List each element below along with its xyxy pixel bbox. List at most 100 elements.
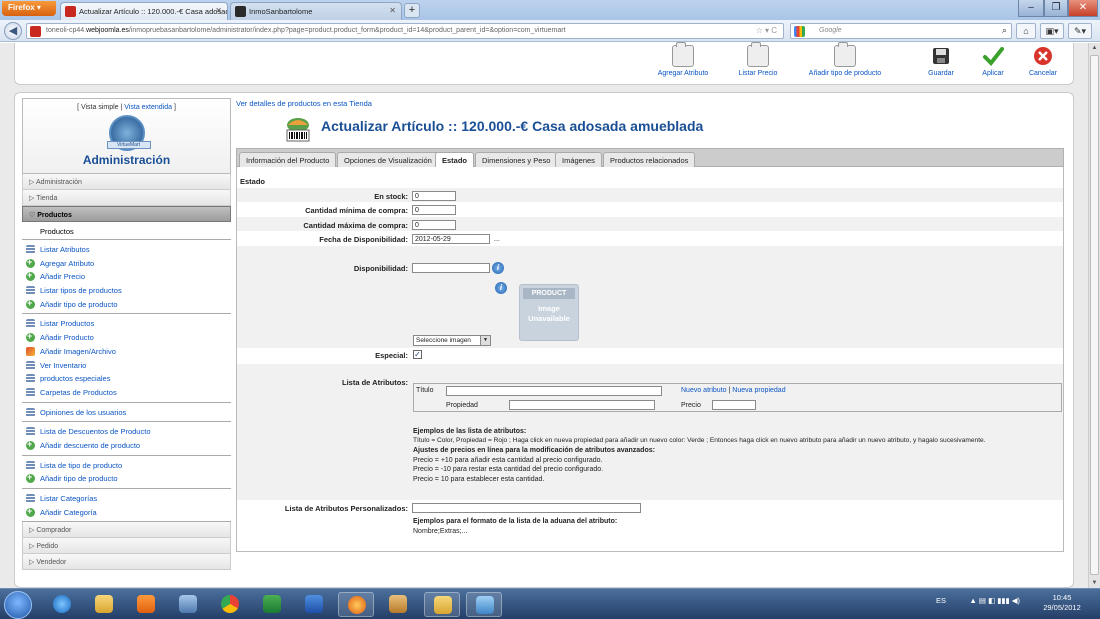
item-label: Añadir Categoría [40,507,97,517]
view-simple-link[interactable]: [ Vista simple | [77,104,122,111]
nueva-propiedad-link[interactable]: Nueva propiedad [732,387,785,394]
vertical-scrollbar[interactable]: ▲ ▼ [1088,43,1100,588]
start-button[interactable] [4,591,32,619]
taskbar-media[interactable] [128,592,164,617]
browser-tab-inmo[interactable]: InmoSanbartolome ✕ [230,2,402,20]
taskbar-ie[interactable] [44,592,80,617]
new-tab-button[interactable]: + [404,3,420,18]
custom-attributes-input[interactable] [412,503,641,513]
system-tray-icons[interactable]: ▲ ▤ ◧ ▮▮▮ ◀) [969,596,1020,605]
back-arrow-icon[interactable]: ◀ [4,22,22,40]
taskbar-excel[interactable] [254,592,290,617]
sidebar-item-anadir-descuento[interactable]: Añadir descuento de producto [22,438,231,453]
taskbar-word[interactable] [296,592,332,617]
sidebar-category-tienda[interactable]: ▷ Tienda [22,190,231,206]
taskbar-paint[interactable] [380,592,416,617]
sidebar-item-listar-tipos[interactable]: Listar tipos de productos [22,284,231,298]
sidebar-item-anadir-tipo[interactable]: Añadir tipo de producto [22,297,231,312]
taskbar-network[interactable] [170,592,206,617]
taskbar-folder-open[interactable] [424,592,460,617]
cancelar-button[interactable]: Cancelar [1023,45,1063,77]
anadir-tipo-producto-button[interactable]: Añadir tipo de producto [801,42,889,77]
clock[interactable]: 10:45 29/05/2012 [1037,593,1087,613]
search-placeholder: Google [819,27,842,34]
taskbar-image-viewer[interactable] [466,592,502,617]
taskbar-firefox[interactable] [338,592,374,617]
site-identity-icon[interactable] [30,26,41,37]
sidebar-category-vendedor[interactable]: ▷ Vendedor [22,554,231,571]
close-window-button[interactable]: ✕ [1068,0,1098,17]
sidebar-category-productos[interactable]: ♡ Productos [22,206,231,222]
sidebar-item-ver-inventario[interactable]: Ver Inventario [22,359,231,373]
google-icon[interactable] [794,26,805,37]
sidebar-item-lista-tipo[interactable]: Lista de tipo de producto [22,459,231,473]
taskbar-explorer[interactable] [86,592,122,617]
cantidad-maxima-input[interactable]: 0 [412,220,456,230]
select-image-dropdown[interactable]: Seleccione imagen ▼ [413,335,491,346]
scroll-down-arrow-icon[interactable]: ▼ [1089,580,1100,586]
sidebar-item-carpetas[interactable]: Carpetas de Productos [22,386,231,400]
tab-relacionados[interactable]: Productos relacionados [603,152,696,168]
titulo-input[interactable] [446,386,662,396]
info-icon[interactable]: i [495,282,507,294]
bookmark-star-icon[interactable]: ☆ ▾ C [756,26,777,35]
view-extended-link[interactable]: Vista extendida [124,104,172,111]
sidebar-item-productos-especiales[interactable]: productos especiales [22,372,231,386]
sidebar-item-anadir-producto[interactable]: Añadir Producto [22,330,231,345]
language-indicator[interactable]: ES [936,596,946,605]
navigation-bar: ◀ toneoli-cp44.webjoomla.es/inmopruebasa… [0,20,1100,42]
search-icon[interactable]: ⌕ [1002,25,1007,36]
nuevo-atributo-link[interactable]: Nuevo atributo [681,387,727,394]
addons-icon[interactable]: ▣▾ [1040,23,1064,39]
tab-dimensiones[interactable]: Dimensiones y Peso [475,152,558,168]
sidebar-item-listar-atributos[interactable]: Listar Atributos [22,243,231,257]
close-tab-icon[interactable]: ✕ [389,6,396,15]
aplicar-button[interactable]: Aplicar [973,45,1013,77]
browser-tab-active[interactable]: Actualizar Artículo :: 120.000.-€ Casa a… [60,2,228,20]
scroll-up-arrow-icon[interactable]: ▲ [1089,45,1100,51]
sidebar-item-anadir-imagen[interactable]: Añadir Imagen/Archivo [22,345,231,359]
propiedad-input[interactable] [509,400,655,410]
disponibilidad-input[interactable] [412,263,490,273]
tab-label: Imágenes [562,156,595,165]
sidebar-item-listar-categorias[interactable]: Listar Categorías [22,492,231,506]
tab-label: Información del Producto [246,156,330,165]
cantidad-minima-input[interactable]: 0 [412,205,456,215]
guardar-button[interactable]: Guardar [921,45,961,77]
search-bar[interactable]: Google ⌕ [790,23,1012,39]
ver-detalles-link[interactable]: Ver detalles de productos en esta Tienda [236,99,372,108]
especial-checkbox[interactable]: ✓ [413,350,422,359]
add-icon [26,256,35,269]
en-stock-input[interactable]: 0 [412,191,456,201]
listar-precio-button[interactable]: Listar Precio [731,42,785,77]
sidebar-item-agregar-atributo[interactable]: Agregar Atributo [22,256,231,271]
url-bar[interactable]: toneoli-cp44.webjoomla.es/inmopruebasanb… [26,23,784,39]
home-icon[interactable]: ⌂ [1016,23,1036,39]
sidebar-category-administracion[interactable]: ▷ Administración [22,174,231,190]
tab-opciones[interactable]: Opciones de Visualización [337,152,439,168]
fecha-disponibilidad-input[interactable]: 2012-05-29 [412,234,490,244]
ie-icon [53,595,71,613]
info-icon[interactable]: i [492,262,504,274]
sidebar-category-comprador[interactable]: ▷ Comprador [22,522,231,539]
precio-input[interactable] [712,400,756,410]
calendar-button[interactable]: ... [494,236,500,243]
sidebar-item-anadir-tipo-2[interactable]: Añadir tipo de producto [22,471,231,486]
sidebar-item-opiniones[interactable]: Opiniones de los usuarios [22,406,231,420]
sidebar-category-pedido[interactable]: ▷ Pedido [22,538,231,555]
view-bracket: ] [173,104,176,111]
scrollbar-thumb[interactable] [1090,55,1099,575]
minimize-button[interactable]: – [1018,0,1044,17]
close-tab-icon[interactable]: ✕ [215,6,222,15]
sidebar-item-anadir-precio[interactable]: Añadir Precio [22,269,231,284]
tab-imagenes[interactable]: Imágenes [555,152,602,168]
maximize-button[interactable]: ❐ [1044,0,1068,17]
tools-icon[interactable]: ✎▾ [1068,23,1092,39]
tab-informacion[interactable]: Información del Producto [239,152,337,168]
sidebar-item-anadir-categoria[interactable]: Añadir Categoría [22,505,231,520]
firefox-menu-button[interactable]: Firefox ▾ [2,1,56,16]
taskbar-chrome[interactable] [212,592,248,617]
sidebar-item-lista-descuentos[interactable]: Lista de Descuentos de Producto [22,425,231,439]
agregar-atributo-button[interactable]: Agregar Atributo [651,42,715,77]
sidebar-item-listar-productos[interactable]: Listar Productos [22,317,231,331]
